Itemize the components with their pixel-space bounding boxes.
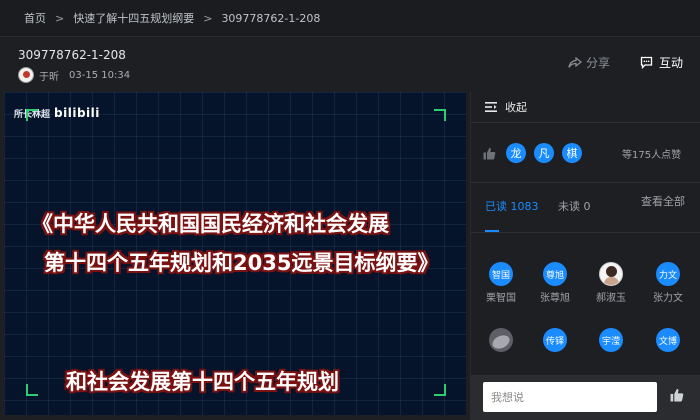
- frame-corner-bottom-left: [26, 384, 38, 396]
- reader-avatar: 智国: [489, 262, 513, 286]
- reader-name: 栗智国: [486, 293, 516, 304]
- video-caption-line-2: 第十四个五年规划和2035远景目标纲要》: [44, 251, 439, 275]
- video-caption-line-1: 《中华人民共和国国民经济和社会发展: [32, 212, 389, 236]
- chat-icon: [640, 56, 653, 69]
- reader-avatar: 文博: [656, 328, 680, 352]
- collapse-button[interactable]: 收起: [485, 99, 527, 115]
- reader-item[interactable]: 郝淑玉: [585, 262, 637, 304]
- author-avatar[interactable]: [18, 67, 34, 83]
- frame-corner-bottom-right: [434, 384, 446, 396]
- panel-divider: [471, 122, 700, 123]
- interact-button[interactable]: 互动: [640, 54, 683, 71]
- reader-item[interactable]: 尊旭 张尊旭: [529, 262, 581, 304]
- share-label: 分享: [586, 56, 611, 70]
- post-timestamp: 03-15 10:34: [69, 69, 131, 81]
- frame-corner-top-right: [434, 109, 446, 121]
- interact-label: 互动: [659, 56, 684, 70]
- reader-photo-avatar: [599, 262, 623, 286]
- like-count[interactable]: 等175人点赞: [622, 146, 681, 161]
- video-subtitle: 和社会发展第十四个五年规划: [66, 370, 339, 394]
- liker-avatar[interactable]: 凡: [534, 143, 554, 163]
- share-button[interactable]: 分享: [568, 54, 610, 71]
- reader-photo-avatar: [489, 328, 513, 352]
- video-player[interactable]: 所长林超 bilibili 《中华人民共和国国民经济和社会发展 第十四个五年规划…: [4, 92, 466, 415]
- thumbs-up-icon[interactable]: [483, 147, 496, 160]
- comment-bar: [471, 375, 700, 420]
- reader-name: 郝淑玉: [596, 293, 626, 304]
- share-icon: [568, 56, 582, 68]
- author-name[interactable]: 于昕: [39, 68, 59, 83]
- thumbs-up-icon[interactable]: [670, 388, 684, 402]
- reader-avatar: 力文: [656, 262, 680, 286]
- page-title: 309778762-1-208: [18, 48, 126, 62]
- panel-divider: [471, 182, 700, 183]
- reader-name: 张力文: [653, 293, 683, 304]
- likes-row: 龙 凡 棋 等175人点赞: [483, 140, 693, 166]
- reader-avatar: 尊旭: [543, 262, 567, 286]
- author-row: 于昕 03-15 10:34: [18, 67, 130, 83]
- breadcrumb-section[interactable]: 快速了解十四五规划纲要: [73, 10, 194, 26]
- frame-corner-top-left: [26, 109, 38, 121]
- interaction-panel: 收起 龙 凡 棋 等175人点赞 已读 1083 未读 0 查看全部 智国 栗智…: [470, 92, 700, 420]
- reader-name: 张尊旭: [540, 293, 570, 304]
- reader-item[interactable]: 智国 栗智国: [475, 262, 527, 304]
- collapse-label: 收起: [505, 101, 527, 114]
- breadcrumb: 首页 > 快速了解十四五规划纲要 > 309778762-1-208: [0, 0, 700, 37]
- breadcrumb-separator: >: [55, 11, 65, 25]
- breadcrumb-home[interactable]: 首页: [24, 10, 46, 26]
- collapse-icon: [485, 102, 497, 112]
- breadcrumb-separator: >: [203, 11, 213, 25]
- bilibili-logo: bilibili: [54, 106, 100, 120]
- liker-avatar[interactable]: 龙: [506, 143, 526, 163]
- reader-item[interactable]: 宇滢: [585, 328, 637, 352]
- reader-avatar: 宇滢: [599, 328, 623, 352]
- breadcrumb-current: 309778762-1-208: [221, 11, 321, 25]
- tab-read[interactable]: 已读 1083: [485, 198, 539, 214]
- reader-avatar: 传铎: [543, 328, 567, 352]
- reader-item[interactable]: 传铎: [529, 328, 581, 352]
- panel-divider: [471, 232, 700, 233]
- comment-input[interactable]: [483, 382, 657, 412]
- reader-item[interactable]: [475, 328, 527, 352]
- reader-item[interactable]: 力文 张力文: [642, 262, 694, 304]
- liker-avatar[interactable]: 棋: [562, 143, 582, 163]
- tab-unread[interactable]: 未读 0: [558, 198, 591, 214]
- view-all-link[interactable]: 查看全部: [641, 193, 685, 209]
- page-header: 309778762-1-208 于昕 03-15 10:34 分享 互动: [0, 37, 700, 92]
- reader-item[interactable]: 文博: [642, 328, 694, 352]
